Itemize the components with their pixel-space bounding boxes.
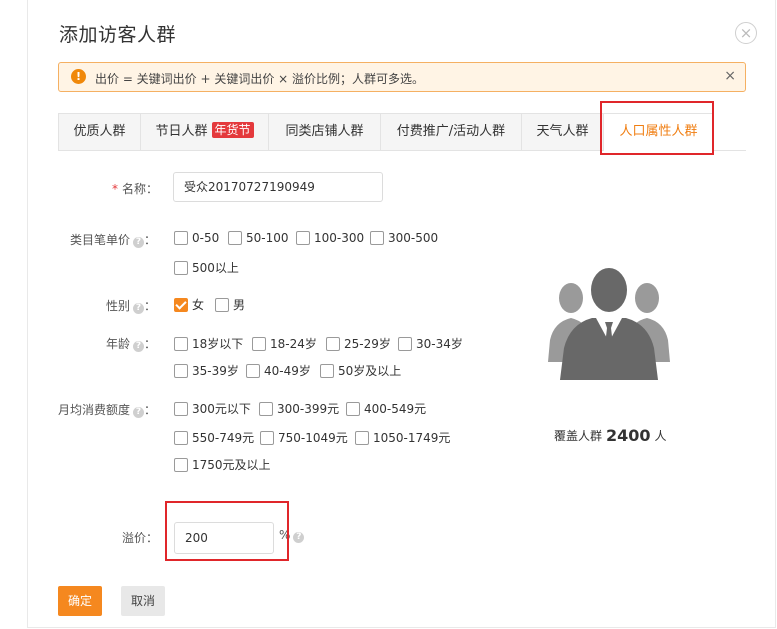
age-option[interactable]: 30-34岁 [398,335,463,352]
audience-group-icon [548,268,670,380]
age-label: 年龄?： [105,337,156,352]
price-label: 类目笔单价?： [69,233,156,248]
new-year-badge: 年货节 [211,122,254,138]
tab-weather-group[interactable]: 天气人群 [521,113,604,150]
premium-label: 溢价： [121,531,158,545]
tab-holiday-group[interactable]: 节日人群 年货节 [140,113,269,150]
checkbox[interactable] [252,337,266,351]
age-option[interactable]: 18-24岁 [252,335,317,352]
name-input[interactable]: 受众20170727190949 [173,172,383,202]
cancel-button[interactable]: 取消 [121,586,165,616]
checkbox[interactable] [326,337,340,351]
close-icon: × [739,24,753,42]
help-icon: ? [132,237,144,248]
checkbox[interactable] [174,364,188,378]
price-option[interactable]: 300-500 [370,231,438,245]
info-alert: ! 出价 = 关键词出价 + 关键词出价 × 溢价比例；人群可多选。 × [58,62,746,92]
price-option[interactable]: 100-300 [296,231,364,245]
checkbox[interactable] [228,231,242,245]
spend-option[interactable]: 300元以下 [174,400,251,417]
price-option[interactable]: 50-100 [228,231,289,245]
alert-close-icon[interactable]: × [724,68,736,84]
checkbox[interactable] [320,364,334,378]
checkbox[interactable] [174,231,188,245]
spend-option[interactable]: 550-749元 [174,429,254,446]
spend-option[interactable]: 1050-1749元 [355,429,450,446]
help-icon: ? [293,532,305,543]
required-mark: * [111,182,118,196]
age-option[interactable]: 40-49岁 [246,362,311,379]
warning-icon: ! [71,69,86,84]
monthly-spend-label: 月均消费额度?： [57,403,156,418]
tab-quality-group[interactable]: 优质人群 [58,113,141,150]
checkbox[interactable] [398,337,412,351]
alert-text: 出价 = 关键词出价 + 关键词出价 × 溢价比例；人群可多选。 [95,72,425,86]
checkbox[interactable] [246,364,260,378]
checkbox[interactable] [259,402,273,416]
help-icon: ? [132,303,144,314]
checkbox[interactable] [260,431,274,445]
checkbox[interactable] [370,231,384,245]
name-label: * 名称： [111,182,158,196]
help-icon: ? [132,407,144,418]
help-icon: ? [132,341,144,352]
premium-highlight-box [165,501,289,561]
checkbox[interactable] [215,298,229,312]
checkbox[interactable] [174,337,188,351]
checkbox[interactable] [174,261,188,275]
age-option[interactable]: 25-29岁 [326,335,391,352]
checkbox[interactable] [174,458,188,472]
spend-option[interactable]: 750-1049元 [260,429,348,446]
price-option[interactable]: 0-50 [174,231,219,245]
close-button[interactable]: × [735,22,757,44]
confirm-button[interactable]: 确定 [58,586,102,616]
checkbox[interactable] [346,402,360,416]
gender-option-female[interactable]: 女 [174,296,204,313]
spend-option[interactable]: 400-549元 [346,400,426,417]
dialog-title: 添加访客人群 [59,24,177,46]
checkbox[interactable] [296,231,310,245]
tab-highlight-box [600,101,714,155]
coverage-count: 2400 [606,426,651,445]
age-option[interactable]: 35-39岁 [174,362,239,379]
age-option[interactable]: 18岁以下 [174,335,243,352]
age-option[interactable]: 50岁及以上 [320,362,401,379]
spend-option[interactable]: 300-399元 [259,400,339,417]
price-option[interactable]: 500以上 [174,259,239,276]
checkbox[interactable] [355,431,369,445]
gender-option-male[interactable]: 男 [215,296,245,313]
checkbox[interactable] [174,402,188,416]
add-visitor-group-dialog: 添加访客人群 × ! 出价 = 关键词出价 + 关键词出价 × 溢价比例；人群可… [27,0,776,628]
checkbox[interactable] [174,431,188,445]
tab-paid-promotion-group[interactable]: 付费推广/活动人群 [380,113,522,150]
tab-similar-shop-group[interactable]: 同类店铺人群 [268,113,381,150]
spend-option[interactable]: 1750元及以上 [174,456,271,473]
gender-label: 性别?： [105,299,156,314]
coverage-summary: 覆盖人群 2400 人 [554,426,667,445]
checkbox-checked[interactable] [174,298,188,312]
